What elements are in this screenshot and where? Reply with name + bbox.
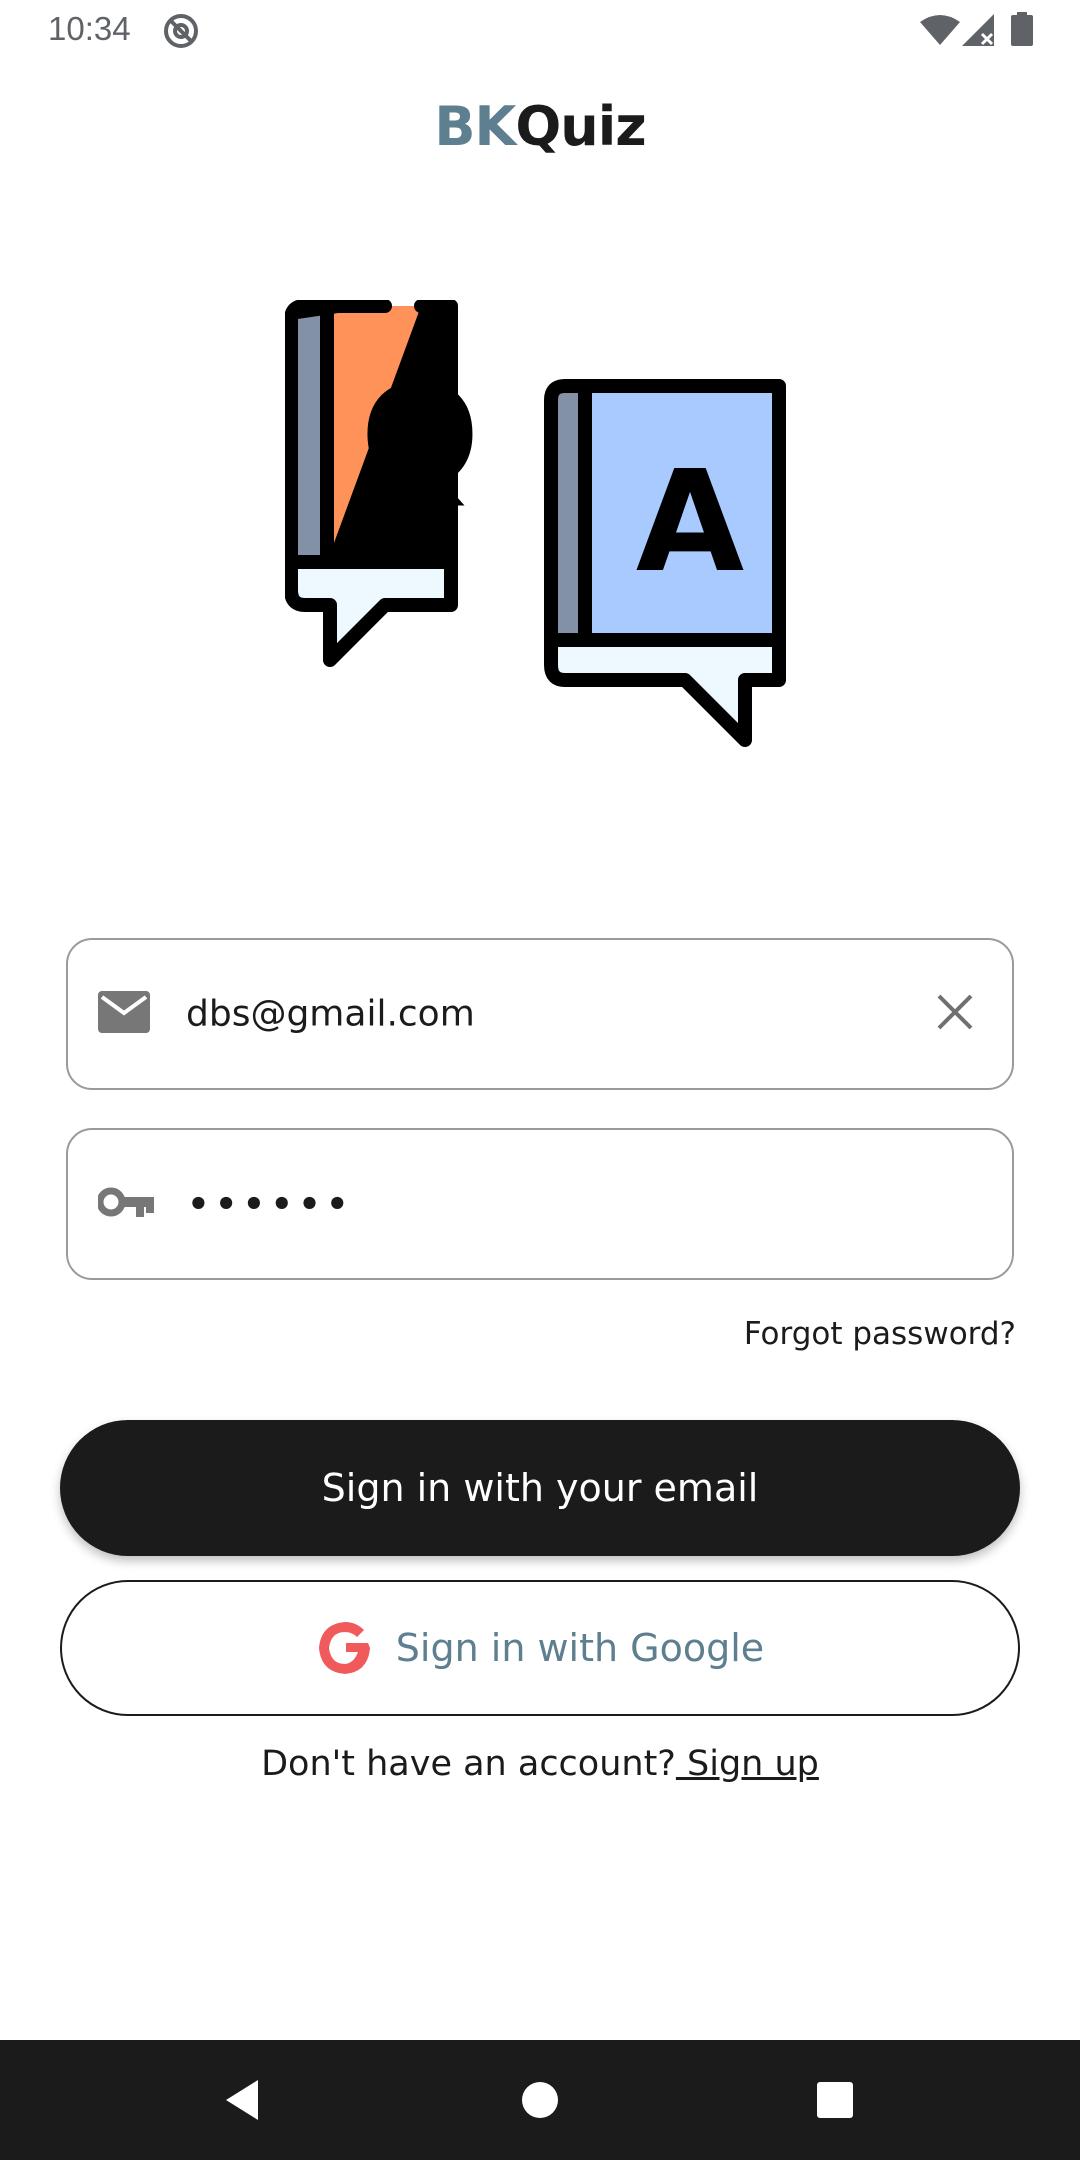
email-value[interactable]: dbs@gmail.com bbox=[186, 994, 475, 1035]
cell-signal-icon bbox=[962, 14, 996, 50]
email-signin-button[interactable]: Sign in with your email bbox=[60, 1420, 1020, 1556]
signup-link[interactable]: Sign up bbox=[676, 1744, 819, 1784]
password-field[interactable]: •••••• bbox=[66, 1128, 1014, 1280]
mail-icon bbox=[98, 991, 150, 1037]
status-time: 10:34 bbox=[48, 10, 131, 47]
google-signin-label: Sign in with Google bbox=[395, 1626, 765, 1670]
google-icon bbox=[316, 1619, 374, 1677]
app-title-quiz: Quiz bbox=[515, 95, 646, 158]
email-field[interactable]: dbs@gmail.com bbox=[66, 938, 1014, 1090]
qa-books-icon: Q A bbox=[284, 299, 795, 760]
app-title-bk: BK bbox=[434, 95, 516, 158]
key-icon bbox=[96, 1185, 154, 1223]
at-sign-icon bbox=[162, 12, 200, 54]
signup-row: Don't have an account? Sign up bbox=[0, 1744, 1080, 1784]
home-icon[interactable] bbox=[480, 2040, 600, 2160]
email-signin-label: Sign in with your email bbox=[321, 1466, 759, 1510]
google-signin-button[interactable]: Sign in with Google bbox=[60, 1580, 1020, 1716]
status-bar: 10:34 bbox=[0, 0, 1080, 62]
no-account-text: Don't have an account? bbox=[261, 1744, 676, 1784]
navigation-bar bbox=[0, 2040, 1080, 2160]
battery-icon bbox=[1011, 12, 1033, 50]
svg-text:Q: Q bbox=[360, 356, 479, 519]
wifi-icon bbox=[920, 14, 960, 50]
back-icon[interactable] bbox=[182, 2040, 302, 2160]
password-value[interactable]: •••••• bbox=[186, 1180, 353, 1229]
svg-text:A: A bbox=[636, 441, 744, 604]
close-icon[interactable] bbox=[936, 993, 974, 1035]
forgot-password-link[interactable]: Forgot password? bbox=[744, 1316, 1016, 1352]
app-title: BKQuiz bbox=[0, 95, 1080, 158]
recents-icon[interactable] bbox=[775, 2040, 895, 2160]
